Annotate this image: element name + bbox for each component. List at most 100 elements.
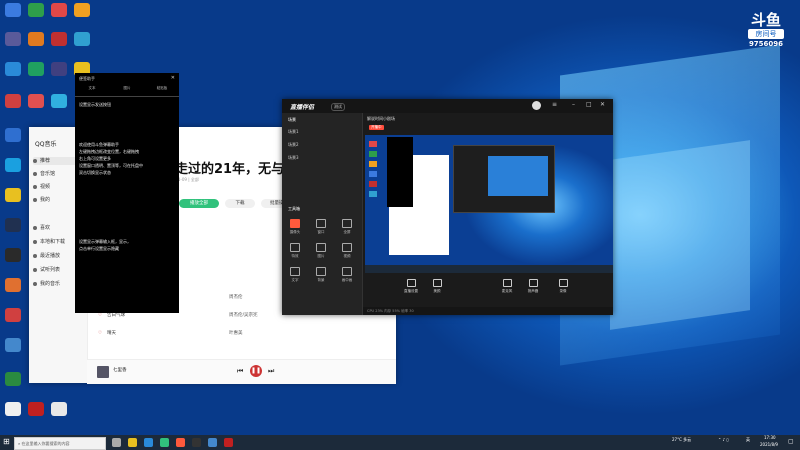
desktop-icon[interactable] — [28, 3, 44, 17]
tab-image[interactable]: 图片 — [110, 86, 144, 91]
notes-line: 设置窗口透明、置顶等，可在托盘中 — [79, 163, 143, 168]
beauty-button[interactable]: 美颜 — [427, 279, 447, 294]
tool-effects[interactable]: 特效 — [286, 243, 304, 259]
tool-text[interactable]: 文字 — [286, 267, 304, 283]
record-button[interactable]: 录像 — [553, 279, 573, 294]
preview-panel: 解说时间小剧场 开播中 直播设置 美颜 麦克风 扬声器 录像 CPU 23% 内… — [363, 113, 613, 315]
close-icon[interactable]: ✕ — [600, 101, 605, 108]
douyu-logo: 斗鱼 — [750, 11, 781, 29]
desktop-icon[interactable] — [5, 32, 21, 46]
taskview-icon[interactable] — [112, 438, 121, 447]
microphone-button[interactable]: 麦克风 — [497, 279, 517, 294]
status-bar: CPU 23% 内存 55% 帧率 30 — [363, 307, 613, 315]
taskbar-search-input[interactable]: ⌕ 在这里输入你要搜索的内容 — [14, 437, 106, 450]
desktop-icon[interactable] — [5, 338, 21, 352]
tool-window[interactable]: 窗口 — [312, 219, 330, 235]
desktop-icon[interactable] — [5, 188, 21, 202]
minimize-icon[interactable]: – — [572, 101, 575, 108]
tab-text[interactable]: 文本 — [75, 86, 109, 91]
desktop-icon[interactable] — [51, 94, 67, 108]
scene-item[interactable]: 场景1 — [288, 129, 299, 135]
prev-icon[interactable]: ⏮ — [237, 367, 243, 376]
tool-image[interactable]: 图片 — [312, 243, 330, 259]
desktop-icon[interactable] — [5, 158, 21, 172]
douyu-room-overlay: 斗鱼 房间号 9756096 — [744, 12, 788, 58]
notes-line: 左键拖拽边框改变位置，右键拖拽 — [79, 149, 139, 154]
background-icon — [316, 267, 326, 276]
desktop-icon[interactable] — [51, 402, 67, 416]
music-icon — [33, 281, 37, 286]
tool-video[interactable]: 视频 — [338, 243, 356, 259]
desktop-icon[interactable] — [5, 372, 21, 386]
stream-companion-window[interactable]: 直播伴侣 测试 ≡ – □ ✕ 场景 场景1 场景2 场景3 工具箱 摄像头 窗… — [282, 99, 613, 315]
desktop-icon[interactable] — [5, 308, 21, 322]
tray-icons[interactable]: ⌃ ♪ ▯ — [718, 437, 729, 442]
desktop-icon[interactable] — [5, 278, 21, 292]
desktop-icon[interactable] — [51, 62, 67, 76]
desktop-icon[interactable] — [5, 94, 21, 108]
desktop-icon[interactable] — [5, 62, 21, 76]
avatar[interactable] — [532, 101, 541, 110]
desktop-icon[interactable] — [5, 402, 21, 416]
notes-title: 便签助手 — [79, 76, 95, 81]
stream-taskbar-icon[interactable] — [176, 438, 185, 447]
notes-line: 右上角可设置更多 — [79, 156, 111, 161]
speaker-icon — [528, 279, 538, 287]
tool-camera[interactable]: 摄像头 — [286, 219, 304, 235]
pause-button[interactable]: ❚❚ — [250, 365, 262, 377]
tool-background[interactable]: 背景 — [312, 267, 330, 283]
desktop-icon[interactable] — [28, 32, 44, 46]
microphone-icon — [502, 279, 512, 287]
weather-widget[interactable]: 27°C 多云 — [672, 437, 691, 443]
tab-clipboard[interactable]: 粘贴板 — [145, 86, 179, 91]
desktop-icon[interactable] — [5, 3, 21, 17]
title-bar: 直播伴侣 测试 ≡ – □ ✕ — [282, 99, 613, 113]
preview-desktop-icons — [369, 141, 385, 261]
nav-icon — [33, 158, 37, 163]
app-taskbar-icon[interactable] — [224, 438, 233, 447]
tool-fullscreen[interactable]: 全屏 — [338, 219, 356, 235]
nav-icon — [33, 171, 37, 176]
qqmusic-taskbar-icon[interactable] — [160, 438, 169, 447]
notification-icon[interactable]: ▢ — [788, 438, 794, 445]
desktop-icon[interactable] — [5, 248, 21, 262]
scene-item[interactable]: 场景3 — [288, 155, 299, 161]
notes-taskbar-icon[interactable] — [192, 438, 201, 447]
desktop-icon[interactable] — [28, 402, 44, 416]
desktop-icon[interactable] — [74, 3, 90, 17]
clock-date[interactable]: 2021/8/9 — [760, 442, 778, 447]
maximize-icon[interactable]: □ — [586, 101, 592, 108]
song-row[interactable]: ♡ 晴天 叶惠美 — [95, 329, 390, 339]
danmu-assistant-window[interactable]: 便签助手 ✕ 文本 图片 粘贴板 设置显示发送按钮 欢迎使用斗鱼弹幕助手 左键拖… — [75, 73, 179, 313]
room-label: 房间号 — [748, 29, 784, 39]
preview-taskbar — [365, 265, 613, 273]
explorer-icon[interactable] — [128, 438, 137, 447]
desktop-icon[interactable] — [5, 128, 21, 142]
next-icon[interactable]: ⏭ — [268, 367, 274, 376]
play-all-button[interactable]: 播放全部 — [179, 199, 219, 208]
scene-item[interactable]: 场景2 — [288, 142, 299, 148]
input-language[interactable]: 英 — [746, 437, 750, 443]
desktop-icon[interactable] — [28, 94, 44, 108]
menu-icon[interactable]: ≡ — [552, 101, 557, 108]
desktop-icon[interactable] — [51, 32, 67, 46]
stream-settings-button[interactable]: 直播设置 — [401, 279, 421, 294]
heart-icon[interactable]: ♡ — [98, 329, 102, 339]
tool-pip[interactable]: 画中画 — [338, 267, 356, 283]
close-icon[interactable]: ✕ — [171, 75, 175, 81]
preview-notes-window — [387, 137, 413, 207]
windows-start-icon[interactable]: ⊞ — [3, 437, 10, 446]
nav-icon — [33, 184, 37, 189]
heart-icon — [33, 225, 37, 230]
desktop-icon[interactable] — [51, 3, 67, 17]
desktop-icon[interactable] — [28, 62, 44, 76]
speaker-button[interactable]: 扬声器 — [523, 279, 543, 294]
desktop-icon[interactable] — [5, 218, 21, 232]
clock-time[interactable]: 17:30 — [764, 435, 776, 440]
download-button[interactable]: 下载 — [225, 199, 255, 208]
browser-icon[interactable] — [144, 438, 153, 447]
stream-preview[interactable] — [365, 135, 613, 273]
desktop-icon[interactable] — [74, 32, 90, 46]
scene-header: 场景 — [288, 117, 296, 122]
app-taskbar-icon[interactable] — [208, 438, 217, 447]
